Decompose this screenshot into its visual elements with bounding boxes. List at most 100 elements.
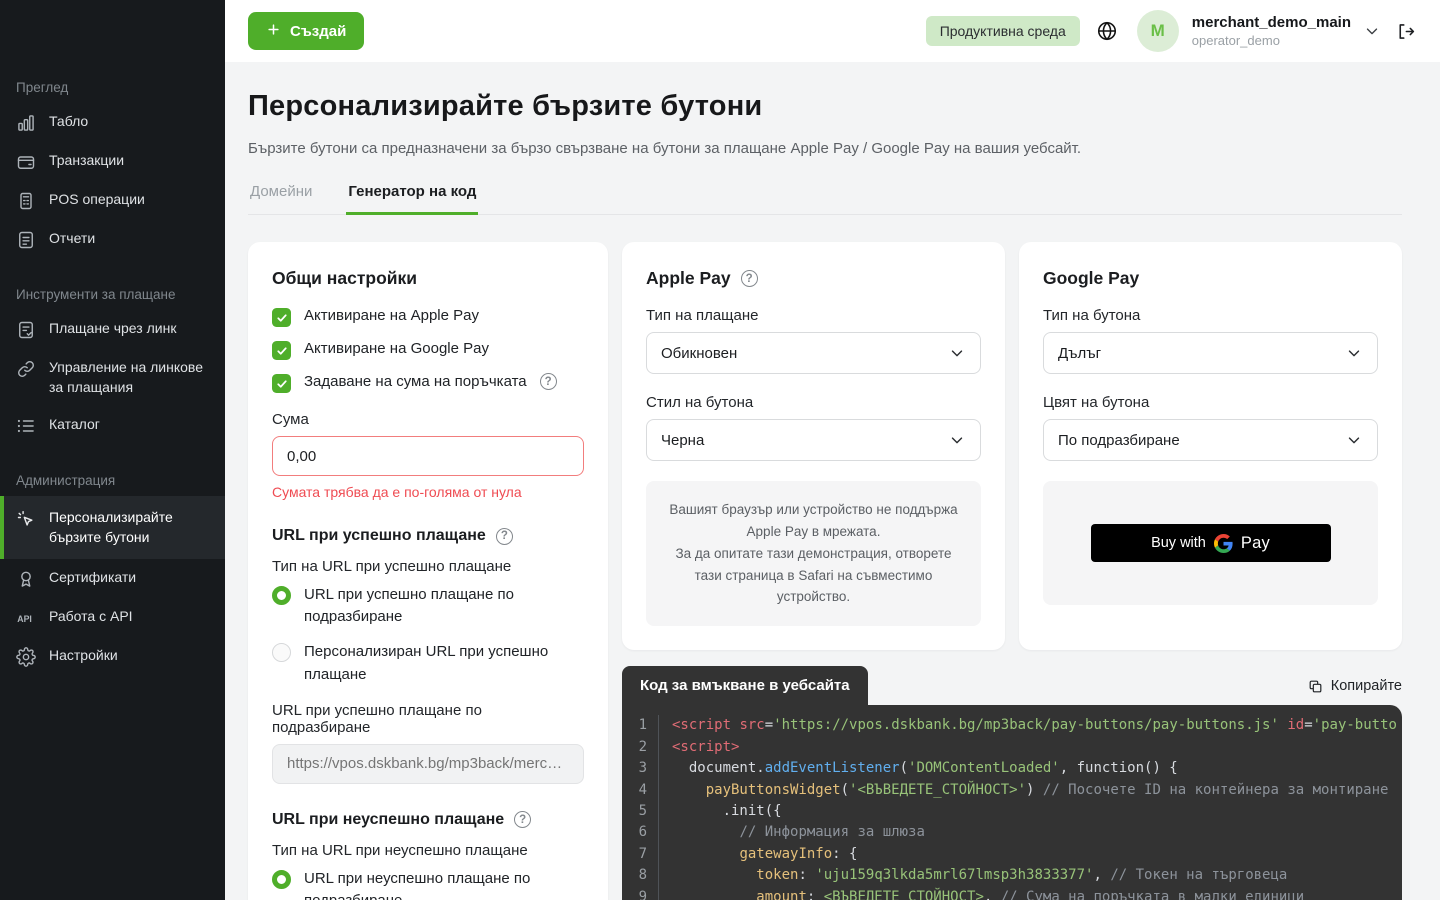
fail-url-type-label: Тип на URL при неуспешно плащане bbox=[272, 842, 584, 859]
radio-label: Персонализиран URL при успешно плащане bbox=[304, 641, 584, 685]
code-line-number: 5 bbox=[622, 801, 658, 822]
checked-checkbox-icon[interactable] bbox=[272, 308, 291, 327]
amount-label: Сума bbox=[272, 411, 584, 428]
certificates-icon bbox=[16, 569, 36, 589]
radio-default-success-url[interactable]: URL при успешно плащане по подразбиране bbox=[272, 584, 584, 628]
sidebar-item-label: Плащане чрез линк bbox=[49, 319, 176, 339]
code-line: 2<script> bbox=[622, 737, 1402, 758]
apple-pay-title: Apple Pay ? bbox=[646, 268, 981, 289]
help-icon[interactable]: ? bbox=[496, 528, 513, 545]
user-menu[interactable]: merchant_demo_main operator_demo bbox=[1192, 14, 1351, 48]
button-color-label: Цвят на бутона bbox=[1043, 394, 1378, 411]
sidebar-item-label: Управление на линкове за плащания bbox=[49, 358, 209, 397]
default-success-url-label: URL при успешно плащане по подразбиране bbox=[272, 702, 584, 736]
radio-default-fail-url[interactable]: URL при неуспешно плащане по подразбиран… bbox=[272, 868, 584, 900]
avatar[interactable]: M bbox=[1137, 10, 1179, 52]
checkbox-label: Активиране на Google Pay bbox=[304, 340, 489, 357]
checkbox-label: Задаване на сума на поръчката bbox=[304, 373, 527, 390]
radio-unselected-icon[interactable] bbox=[272, 643, 291, 662]
tabs: Домейни Генератор на код bbox=[248, 183, 1402, 215]
api-icon: API bbox=[16, 608, 36, 628]
radio-selected-icon[interactable] bbox=[272, 870, 291, 889]
code-widget-tab: Код за вмъкване в уебсайта bbox=[622, 666, 868, 705]
copy-button-label: Копирайте bbox=[1331, 678, 1402, 694]
apple-pay-notice-line: За да опитате тази демонстрация, отворет… bbox=[664, 543, 963, 609]
checkbox-row-set-amount[interactable]: Задаване на сума на поръчката ? bbox=[272, 373, 584, 393]
sidebar: ПрегледТаблоТранзакцииPOS операцииОтчети… bbox=[0, 0, 225, 900]
code-line-number: 9 bbox=[622, 887, 658, 900]
logout-icon[interactable] bbox=[1395, 21, 1416, 42]
google-pay-title: Google Pay bbox=[1043, 268, 1378, 289]
success-url-section-title: URL при успешно плащане ? bbox=[272, 527, 584, 545]
radio-label: URL при неуспешно плащане по подразбиран… bbox=[304, 868, 584, 900]
select-value: По подразбиране bbox=[1058, 432, 1180, 449]
code-line-text: <script src='https://vpos.dskbank.bg/mp3… bbox=[658, 715, 1397, 736]
code-line-number: 2 bbox=[622, 737, 658, 758]
tab-code-generator[interactable]: Генератор на код bbox=[346, 183, 478, 215]
help-icon[interactable]: ? bbox=[540, 373, 557, 390]
sidebar-item-pos[interactable]: POS операции bbox=[0, 181, 225, 220]
sidebar-item-label: Транзакции bbox=[49, 151, 124, 171]
button-style-label: Стил на бутона bbox=[646, 394, 981, 411]
sidebar-item-catalog[interactable]: Каталог bbox=[0, 406, 225, 445]
page-subtitle: Бързите бутони са предназначени за бързо… bbox=[248, 140, 1402, 157]
google-button-type-select[interactable]: Дълъг bbox=[1043, 332, 1378, 374]
sidebar-item-label: POS операции bbox=[49, 190, 145, 210]
google-button-color-select[interactable]: По подразбиране bbox=[1043, 419, 1378, 461]
sidebar-section-label: Инструменти за плащане bbox=[0, 287, 225, 302]
sidebar-item-label: Табло bbox=[49, 112, 88, 132]
radio-custom-success-url[interactable]: Персонализиран URL при успешно плащане bbox=[272, 641, 584, 685]
help-icon[interactable]: ? bbox=[741, 270, 758, 287]
help-icon[interactable]: ? bbox=[514, 811, 531, 828]
select-value: Дълъг bbox=[1058, 345, 1101, 362]
google-pay-preview: Buy with Pay bbox=[1043, 481, 1378, 605]
sidebar-item-pay-link[interactable]: Плащане чрез линк bbox=[0, 310, 225, 349]
checkbox-row-google-pay[interactable]: Активиране на Google Pay bbox=[272, 340, 584, 360]
topbar-right: Продуктивна среда M merchant_demo_main o… bbox=[926, 10, 1416, 52]
checked-checkbox-icon[interactable] bbox=[272, 374, 291, 393]
code-line-text: .init({ bbox=[658, 801, 782, 822]
sidebar-item-quick-buttons[interactable]: Персонализирайте бързите бутони bbox=[0, 496, 225, 559]
chevron-down-icon bbox=[1345, 344, 1363, 362]
globe-icon[interactable] bbox=[1096, 20, 1118, 42]
select-value: Черна bbox=[661, 432, 704, 449]
plus-icon bbox=[266, 22, 281, 41]
payment-type-group: Тип на плащане Обикновен bbox=[646, 307, 981, 374]
code-editor: 1<script src='https://vpos.dskbank.bg/mp… bbox=[622, 705, 1402, 900]
code-line: 8 token: 'uju159q3lkda5mrl67lmsp3h383337… bbox=[622, 865, 1402, 886]
create-button-label: Създай bbox=[290, 23, 346, 40]
checked-checkbox-icon[interactable] bbox=[272, 341, 291, 360]
chevron-down-icon[interactable] bbox=[1363, 22, 1381, 40]
sidebar-item-api[interactable]: API Работа с API bbox=[0, 598, 225, 637]
sidebar-section: Инструменти за плащане Плащане чрез линк У… bbox=[0, 287, 225, 445]
right-column: Apple Pay ? Тип на плащане Обикновен bbox=[622, 242, 1402, 900]
chevron-down-icon bbox=[948, 431, 966, 449]
checkbox-row-apple-pay[interactable]: Активиране на Apple Pay bbox=[272, 307, 584, 327]
create-button[interactable]: Създай bbox=[248, 12, 364, 50]
tab-domains[interactable]: Домейни bbox=[248, 183, 314, 214]
code-line-number: 8 bbox=[622, 865, 658, 886]
copy-button[interactable]: Копирайте bbox=[1308, 678, 1402, 694]
code-line-number: 4 bbox=[622, 780, 658, 801]
copy-icon bbox=[1308, 679, 1323, 694]
code-line-text: <script> bbox=[658, 737, 739, 758]
sidebar-item-settings[interactable]: Настройки bbox=[0, 637, 225, 676]
sidebar-item-link-management[interactable]: Управление на линкове за плащания bbox=[0, 349, 225, 406]
radio-selected-icon[interactable] bbox=[272, 586, 291, 605]
sidebar-section-label: Администрация bbox=[0, 473, 225, 488]
sidebar-item-dashboard[interactable]: Табло bbox=[0, 103, 225, 142]
page-title: Персонализирайте бързите бутони bbox=[248, 90, 1402, 123]
apple-payment-type-select[interactable]: Обикновен bbox=[646, 332, 981, 374]
sidebar-item-certificates[interactable]: Сертификати bbox=[0, 559, 225, 598]
apple-button-style-select[interactable]: Черна bbox=[646, 419, 981, 461]
button-color-group: Цвят на бутона По подразбиране bbox=[1043, 394, 1378, 461]
topbar: Създай Продуктивна среда M merchant_demo… bbox=[225, 0, 1440, 62]
sidebar-item-transactions[interactable]: Транзакции bbox=[0, 142, 225, 181]
sidebar-item-label: Работа с API bbox=[49, 607, 133, 627]
gpay-button-brand: Pay bbox=[1241, 534, 1270, 553]
code-line-text: amount: <ВЪВЕДЕТЕ_СТОЙНОСТ>, // Сума на … bbox=[658, 887, 1304, 900]
sidebar-item-label: Настройки bbox=[49, 646, 118, 666]
sidebar-item-reports[interactable]: Отчети bbox=[0, 220, 225, 259]
amount-input[interactable] bbox=[272, 436, 584, 476]
buy-with-gpay-button[interactable]: Buy with Pay bbox=[1091, 524, 1331, 562]
